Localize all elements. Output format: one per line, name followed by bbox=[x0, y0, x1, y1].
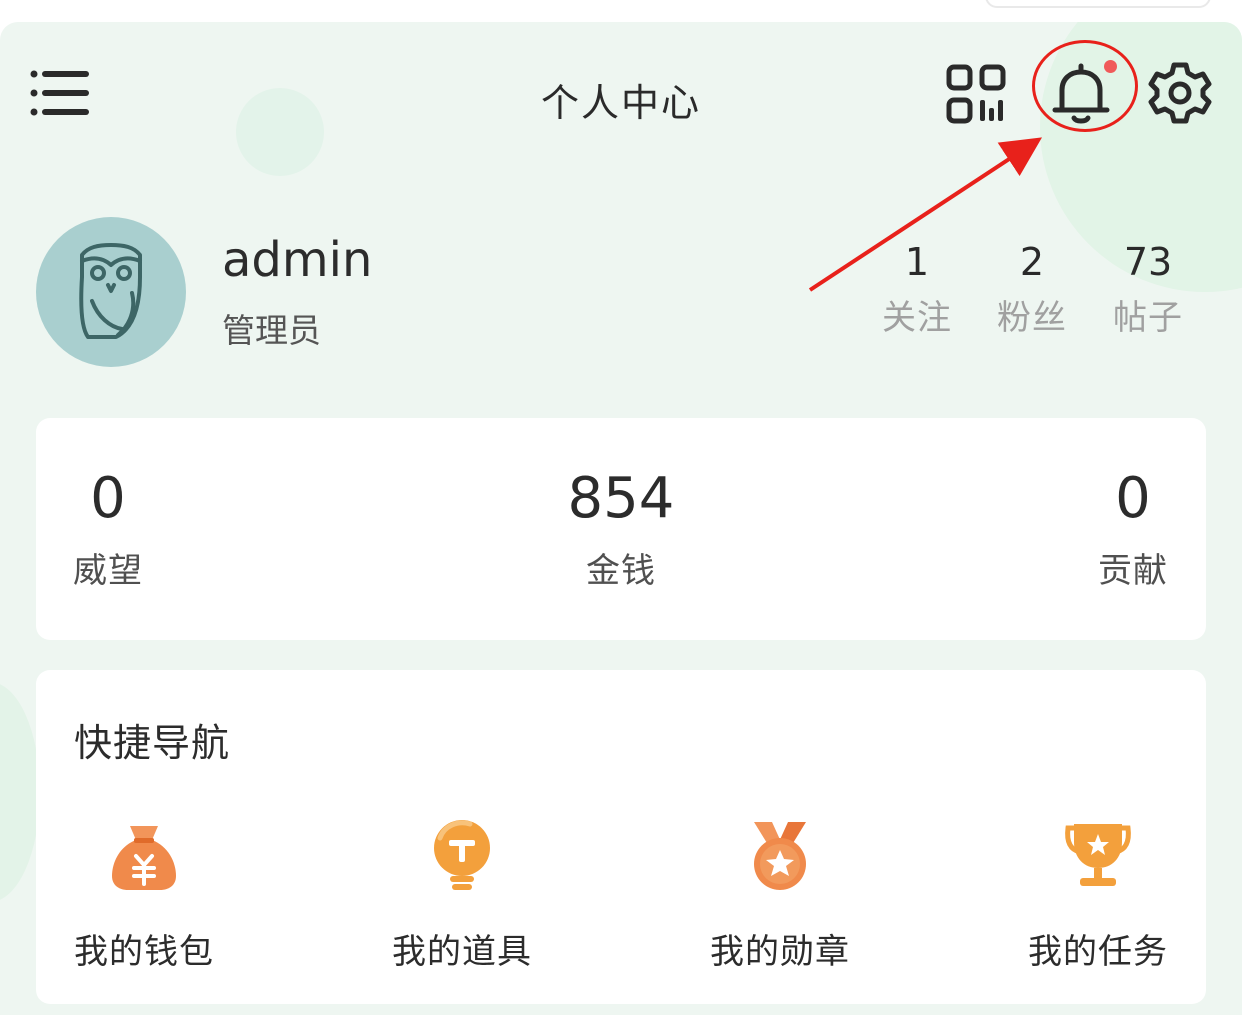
username: admin bbox=[222, 232, 373, 288]
nav-item-tasks[interactable]: 我的任务 bbox=[988, 818, 1208, 973]
nav-item-medals[interactable]: 我的勋章 bbox=[670, 818, 890, 973]
wealth-label: 威望 bbox=[73, 551, 143, 591]
profile-section: admin 管理员 1 关注 2 粉丝 73 帖子 bbox=[0, 212, 1242, 382]
wealth-money[interactable]: 854 金钱 bbox=[541, 466, 701, 592]
annotation-highlight-ring bbox=[1032, 40, 1138, 132]
wealth-card: 0 威望 854 金钱 0 贡献 bbox=[36, 418, 1206, 640]
stat-value: 1 bbox=[904, 240, 930, 284]
nav-item-wallet[interactable]: 我的钱包 bbox=[34, 818, 254, 973]
stat-followers[interactable]: 2 粉丝 bbox=[977, 240, 1087, 339]
stat-posts[interactable]: 73 帖子 bbox=[1093, 240, 1203, 339]
money-bag-icon bbox=[112, 826, 176, 890]
nav-item-label: 我的道具 bbox=[392, 932, 532, 972]
stat-label: 帖子 bbox=[1113, 298, 1183, 338]
avatar[interactable] bbox=[36, 217, 186, 367]
stat-label: 关注 bbox=[882, 298, 952, 338]
wealth-value: 854 bbox=[567, 466, 675, 531]
stat-value: 2 bbox=[1019, 240, 1045, 284]
lightbulb-icon bbox=[434, 820, 490, 890]
nav-item-props[interactable]: 我的道具 bbox=[352, 818, 572, 973]
gear-icon bbox=[1148, 62, 1212, 124]
nav-item-label: 我的勋章 bbox=[710, 932, 850, 972]
stat-label: 粉丝 bbox=[997, 298, 1067, 338]
personal-center-page: 个人中心 admin 管理员 1 关注 2 粉丝 73 帖子 0 威望 854 … bbox=[0, 22, 1242, 1015]
user-role: 管理员 bbox=[222, 311, 321, 350]
quick-nav-card: 快捷导航 我的钱包 我的道具 我的勋章 我的任务 bbox=[36, 670, 1206, 1004]
nav-item-label: 我的任务 bbox=[1028, 932, 1168, 972]
top-bar-edge bbox=[985, 0, 1211, 8]
wealth-value: 0 bbox=[90, 466, 126, 531]
wealth-value: 0 bbox=[1115, 466, 1151, 531]
wealth-label: 金钱 bbox=[586, 551, 656, 591]
wealth-prestige[interactable]: 0 威望 bbox=[28, 466, 188, 592]
quick-nav-title: 快捷导航 bbox=[74, 721, 231, 765]
qr-code-icon bbox=[946, 64, 1006, 124]
wealth-contribution[interactable]: 0 贡献 bbox=[1053, 466, 1213, 592]
trophy-icon bbox=[1065, 824, 1131, 886]
stat-following[interactable]: 1 关注 bbox=[862, 240, 972, 339]
qr-code-button[interactable] bbox=[944, 62, 1008, 126]
medal-icon bbox=[754, 822, 806, 890]
owl-avatar-icon bbox=[79, 243, 142, 339]
wealth-label: 贡献 bbox=[1098, 551, 1168, 591]
stat-value: 73 bbox=[1123, 240, 1173, 284]
settings-button[interactable] bbox=[1148, 60, 1212, 126]
nav-item-label: 我的钱包 bbox=[74, 932, 214, 972]
